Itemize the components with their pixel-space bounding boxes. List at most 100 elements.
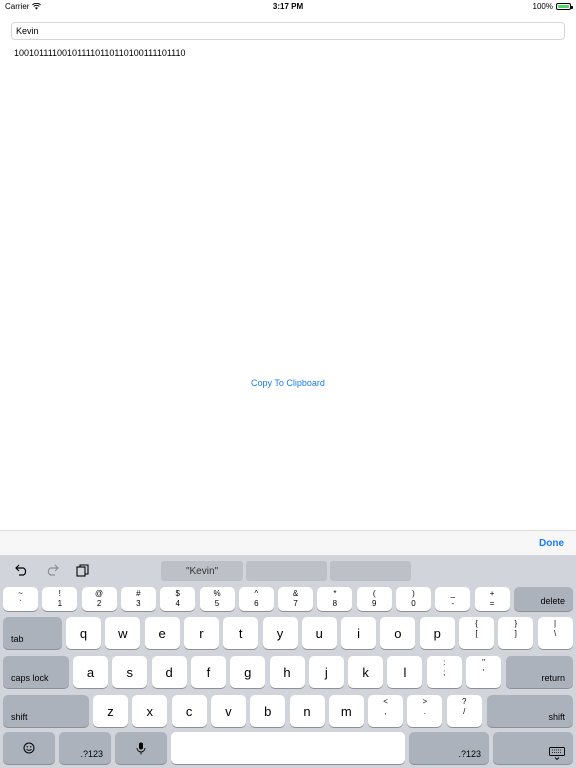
numbers-key-right[interactable]: .?123 bbox=[409, 732, 489, 764]
key-d[interactable]: d bbox=[151, 656, 187, 688]
key-label: w bbox=[118, 625, 128, 641]
key-label: l bbox=[403, 664, 407, 680]
key-shift-label: % bbox=[213, 589, 221, 598]
key-period[interactable]: >. bbox=[407, 695, 443, 727]
key-semicolon[interactable]: :; bbox=[426, 656, 462, 688]
key-s[interactable]: s bbox=[112, 656, 148, 688]
key-=[interactable]: + = bbox=[474, 587, 510, 611]
key-shift-label: * bbox=[333, 589, 337, 598]
delete-key[interactable]: delete bbox=[514, 587, 573, 611]
emoji-icon bbox=[3, 732, 55, 764]
key-comma[interactable]: <, bbox=[368, 695, 404, 727]
key-label: delete bbox=[540, 596, 565, 606]
status-bar: Carrier 3:17 PM 100% bbox=[0, 0, 576, 12]
key-[[interactable]: {[ bbox=[459, 617, 494, 649]
suggestion-3[interactable] bbox=[330, 561, 411, 581]
key-3[interactable]: #3 bbox=[120, 587, 156, 611]
key-label: p bbox=[433, 625, 441, 641]
key-shift-label: ^ bbox=[254, 589, 259, 598]
key-shift-label: $ bbox=[175, 589, 180, 598]
paste-icon[interactable] bbox=[74, 562, 90, 578]
key-slash[interactable]: ? / bbox=[446, 695, 482, 727]
key-b[interactable]: b bbox=[250, 695, 286, 727]
key-g[interactable]: g bbox=[230, 656, 266, 688]
key-p[interactable]: p bbox=[419, 617, 455, 649]
key-label: n bbox=[303, 703, 311, 719]
key-label: b bbox=[264, 703, 272, 719]
key-0[interactable]: ) 0 bbox=[396, 587, 431, 611]
key-c[interactable]: c bbox=[171, 695, 207, 727]
key-shift-label: : bbox=[443, 658, 446, 667]
key-h[interactable]: h bbox=[269, 656, 305, 688]
key-y[interactable]: y bbox=[262, 617, 298, 649]
suggestion-2[interactable] bbox=[246, 561, 327, 581]
key-7[interactable]: & 7 bbox=[278, 587, 314, 611]
key-6[interactable]: ^ 6 bbox=[238, 587, 274, 611]
key-][interactable]: }] bbox=[498, 617, 534, 649]
key-shift-label: & bbox=[292, 589, 299, 598]
key-l[interactable]: l bbox=[387, 656, 423, 688]
undo-icon[interactable] bbox=[14, 562, 30, 578]
battery-status: 100% bbox=[533, 2, 573, 11]
key-o[interactable]: o bbox=[380, 617, 416, 649]
key-shift-label: { bbox=[475, 619, 478, 628]
key--[interactable]: _ - bbox=[435, 587, 471, 611]
dismiss-keyboard-key[interactable] bbox=[493, 732, 573, 764]
done-button[interactable]: Done bbox=[539, 538, 564, 549]
input-accessory-bar: Done bbox=[0, 530, 576, 555]
key-label: o bbox=[394, 625, 402, 641]
name-input[interactable] bbox=[11, 22, 565, 40]
key-4[interactable]: $4 bbox=[160, 587, 196, 611]
key-label: v bbox=[225, 703, 232, 719]
key-z[interactable]: z bbox=[93, 695, 128, 727]
key-2[interactable]: @2 bbox=[81, 587, 117, 611]
key-shift-label: ( bbox=[372, 589, 376, 598]
copy-to-clipboard-button[interactable]: Copy To Clipboard bbox=[0, 378, 576, 388]
key-m[interactable]: m bbox=[328, 695, 364, 727]
key-label: , bbox=[384, 707, 387, 716]
key-9[interactable]: (9 bbox=[356, 587, 392, 611]
shift-left-key[interactable]: shift bbox=[3, 695, 89, 727]
key-label: i bbox=[357, 625, 361, 641]
emoji-key[interactable] bbox=[3, 732, 55, 764]
key-5[interactable]: % 5 bbox=[199, 587, 235, 611]
key-quote[interactable]: " ' bbox=[466, 656, 501, 688]
key-`[interactable]: ~ ` bbox=[3, 587, 38, 611]
suggestion-1[interactable]: "Kevin" bbox=[161, 561, 243, 581]
key-label: g bbox=[244, 664, 252, 680]
key-j[interactable]: j bbox=[308, 656, 344, 688]
key-a[interactable]: a bbox=[73, 656, 108, 688]
space-key[interactable] bbox=[171, 732, 405, 764]
key-k[interactable]: k bbox=[348, 656, 384, 688]
key-8[interactable]: * 8 bbox=[317, 587, 353, 611]
key-v[interactable]: v bbox=[210, 695, 246, 727]
key-t[interactable]: t bbox=[223, 617, 259, 649]
key-w[interactable]: w bbox=[105, 617, 141, 649]
key-shift-label: ) bbox=[412, 589, 415, 598]
key-r[interactable]: r bbox=[183, 617, 219, 649]
key-label: k bbox=[362, 664, 369, 680]
numbers-key-left[interactable]: .?123 bbox=[59, 732, 111, 764]
key-x[interactable]: x bbox=[132, 695, 168, 727]
redo-icon[interactable] bbox=[44, 562, 60, 578]
dictation-key[interactable] bbox=[115, 732, 167, 764]
key-label: .?123 bbox=[80, 749, 103, 759]
key-1[interactable]: ! 1 bbox=[42, 587, 78, 611]
key-q[interactable]: q bbox=[66, 617, 101, 649]
key-u[interactable]: u bbox=[301, 617, 337, 649]
key-shift-label: < bbox=[383, 697, 388, 706]
key-label: 6 bbox=[254, 599, 259, 608]
caps-lock-key[interactable]: caps lock bbox=[3, 656, 69, 688]
key-label: ' bbox=[482, 668, 485, 677]
key-e[interactable]: e bbox=[144, 617, 180, 649]
key-label: 7 bbox=[293, 599, 298, 608]
key-i[interactable]: i bbox=[341, 617, 377, 649]
key-f[interactable]: f bbox=[190, 656, 226, 688]
return-key[interactable]: return bbox=[506, 656, 573, 688]
key-\[interactable]: | \ bbox=[537, 617, 573, 649]
shift-right-key[interactable]: shift bbox=[487, 695, 573, 727]
key-n[interactable]: n bbox=[289, 695, 325, 727]
key-shift-label: > bbox=[422, 697, 428, 706]
key-label: u bbox=[315, 625, 323, 641]
tab-key[interactable]: tab bbox=[3, 617, 62, 649]
